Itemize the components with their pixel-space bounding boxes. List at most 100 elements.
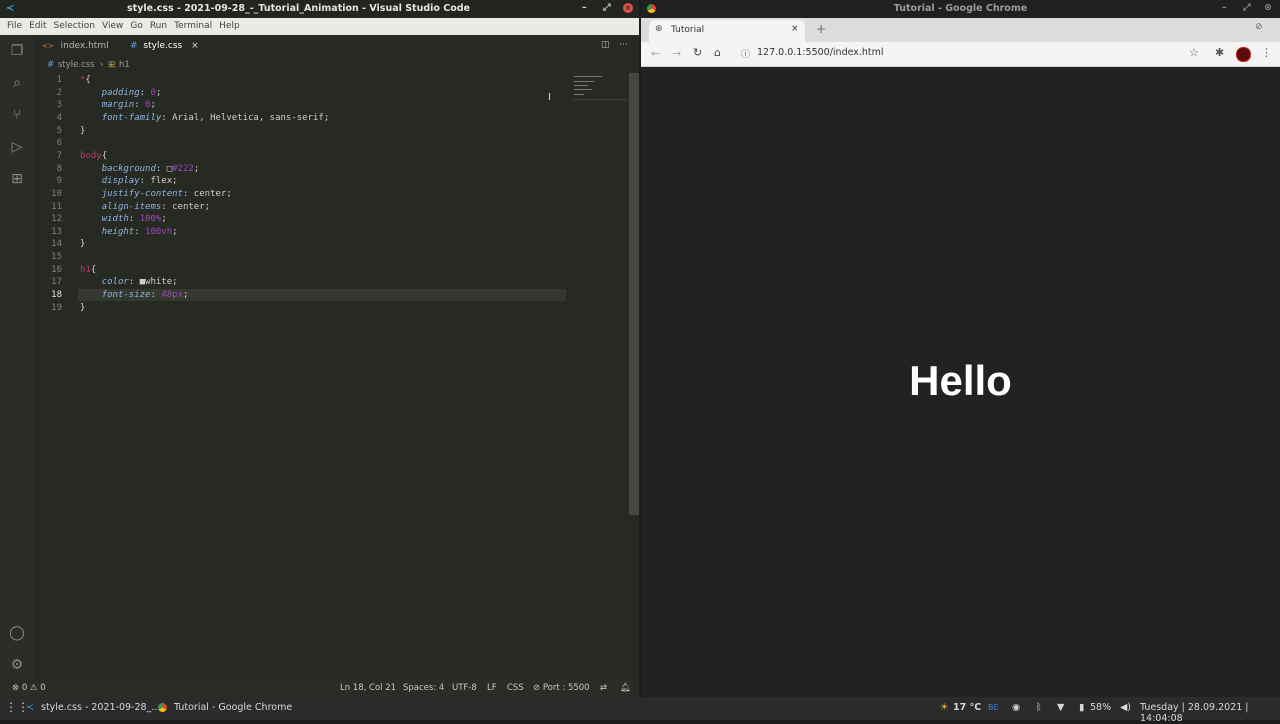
editor-scrollbar[interactable] bbox=[629, 73, 639, 515]
volume-icon[interactable]: ◀) bbox=[1120, 702, 1131, 713]
indentation-status[interactable]: Spaces: 4 bbox=[403, 683, 444, 693]
page-heading: Hello bbox=[909, 357, 1012, 404]
bookmark-star-icon[interactable]: ☆ bbox=[1189, 46, 1199, 59]
code-token: { bbox=[90, 264, 97, 275]
code-token: ; bbox=[150, 100, 156, 111]
menu-file[interactable]: File bbox=[7, 21, 22, 31]
line-number: 8 bbox=[56, 163, 62, 174]
tab-style-css[interactable]: # style.css × bbox=[122, 35, 212, 57]
minimize-button[interactable]: – bbox=[582, 2, 587, 13]
new-tab-icon[interactable]: + bbox=[816, 22, 826, 36]
address-bar[interactable]: 127.0.0.1:5500/index.html bbox=[757, 47, 884, 58]
tab-index-html[interactable]: <> index.html bbox=[34, 35, 126, 57]
language-status[interactable]: CSS bbox=[507, 683, 524, 693]
vpn-icon[interactable]: ◉ bbox=[1012, 702, 1020, 713]
tab-search-icon[interactable]: ⊘ bbox=[1255, 22, 1263, 32]
css-file-icon: # bbox=[130, 41, 138, 51]
weather-icon: ☀ bbox=[940, 702, 949, 713]
maximize-button[interactable]: ⤢ bbox=[1243, 2, 1251, 13]
forward-arrow-icon[interactable]: → bbox=[672, 47, 681, 60]
line-number: 18 bbox=[51, 290, 62, 301]
notifications-bell-icon[interactable]: 🔔︎ bbox=[620, 683, 631, 693]
code-token: 100% bbox=[139, 214, 162, 225]
eol-status[interactable]: LF bbox=[487, 683, 497, 693]
line-number: 7 bbox=[56, 150, 62, 161]
tab-close-icon[interactable]: × bbox=[191, 41, 199, 51]
selector-icon: ⊞ bbox=[108, 60, 116, 70]
reload-icon[interactable]: ↻ bbox=[693, 46, 702, 59]
code-editor[interactable]: 1 *{2 padding: 0; 3 margin: 0; 4 font-famil… bbox=[34, 73, 629, 673]
code-token: font-family bbox=[101, 112, 162, 123]
browser-tab[interactable]: ⊕ Tutorial × bbox=[649, 20, 805, 42]
css-file-icon: # bbox=[47, 60, 55, 70]
line-number: 6 bbox=[56, 138, 62, 149]
code-token: height bbox=[101, 226, 135, 237]
code-line: margin: 0; bbox=[80, 100, 156, 110]
live-server-port[interactable]: ⊘ Port : 5500 bbox=[533, 683, 590, 693]
back-arrow-icon[interactable]: ← bbox=[651, 47, 660, 60]
minimap[interactable] bbox=[572, 73, 628, 100]
menu-view[interactable]: View bbox=[102, 21, 123, 31]
code-token: 48px bbox=[161, 290, 183, 301]
profile-avatar[interactable] bbox=[1236, 47, 1251, 62]
menu-help[interactable]: Help bbox=[219, 21, 240, 31]
code-token: } bbox=[80, 302, 86, 313]
code-token: font-size bbox=[101, 290, 151, 301]
code-token: : bbox=[134, 226, 146, 237]
maximize-button[interactable]: ⤢ bbox=[603, 2, 611, 13]
weather-temperature[interactable]: 17 °C bbox=[953, 702, 981, 713]
code-token: ; bbox=[183, 290, 189, 301]
taskbar-item-chrome[interactable]: Tutorial - Google Chrome bbox=[174, 702, 292, 713]
chrome-titlebar: Tutorial - Google Chrome – ⤢ ⊗ bbox=[641, 0, 1280, 18]
line-number: 19 bbox=[51, 302, 62, 313]
code-token: : bbox=[150, 290, 162, 301]
run-debug-icon[interactable]: ▷ bbox=[7, 137, 27, 157]
explorer-icon[interactable]: ❐ bbox=[7, 41, 27, 61]
encoding-status[interactable]: UTF-8 bbox=[452, 683, 477, 693]
bluetooth-icon[interactable]: ᛒ bbox=[1036, 702, 1042, 713]
line-number: 9 bbox=[56, 176, 62, 187]
line-number: 11 bbox=[51, 201, 62, 212]
breadcrumb-symbol[interactable]: h1 bbox=[119, 60, 130, 70]
menu-go[interactable]: Go bbox=[130, 21, 142, 31]
home-icon[interactable]: ⌂ bbox=[714, 46, 721, 59]
code-line: h1{ bbox=[80, 265, 96, 275]
keyboard-layout[interactable]: BE bbox=[988, 703, 999, 712]
vscode-titlebar: ≺ style.css - 2021-09-28_-_Tutorial_Anim… bbox=[0, 0, 639, 18]
search-icon[interactable]: ⌕ bbox=[7, 73, 27, 93]
code-token: : bbox=[134, 100, 146, 111]
code-line: *{ bbox=[80, 75, 91, 85]
code-line: color: ■white; bbox=[80, 277, 178, 287]
problems-status[interactable]: ⊗ 0 ⚠ 0 bbox=[12, 683, 46, 693]
extensions-icon[interactable]: ⊞ bbox=[7, 169, 27, 189]
battery-level[interactable]: 58% bbox=[1090, 702, 1111, 713]
code-token: display bbox=[101, 176, 140, 187]
close-button[interactable]: ⊗ bbox=[1264, 2, 1272, 13]
cursor-position[interactable]: Ln 18, Col 21 bbox=[340, 683, 396, 693]
mouse-cursor-icon: I bbox=[548, 92, 551, 103]
menu-terminal[interactable]: Terminal bbox=[174, 21, 212, 31]
clock[interactable]: Tuesday | 28.09.2021 | 14:04:08 bbox=[1140, 702, 1280, 724]
close-button[interactable]: × bbox=[623, 3, 633, 13]
account-icon[interactable]: ◯ bbox=[7, 623, 27, 643]
feedback-icon[interactable]: ⇄ bbox=[600, 683, 607, 693]
page-viewport: Hello bbox=[641, 67, 1280, 697]
menu-run[interactable]: Run bbox=[150, 21, 167, 31]
chrome-menu-icon[interactable]: ⋮ bbox=[1261, 46, 1272, 59]
menu-edit[interactable]: Edit bbox=[29, 21, 46, 31]
breadcrumb-file[interactable]: style.css bbox=[58, 60, 95, 70]
menu-selection[interactable]: Selection bbox=[54, 21, 95, 31]
extensions-puzzle-icon[interactable]: ✱ bbox=[1215, 46, 1224, 59]
split-editor-icon[interactable]: ◫ bbox=[601, 40, 610, 50]
wifi-icon[interactable]: ▼ bbox=[1057, 702, 1064, 713]
minimize-button[interactable]: – bbox=[1222, 2, 1227, 13]
more-actions-icon[interactable]: ⋯ bbox=[619, 40, 628, 50]
tab-close-icon[interactable]: × bbox=[791, 24, 799, 34]
settings-gear-icon[interactable]: ⚙ bbox=[7, 655, 27, 675]
taskbar-item-vscode[interactable]: style.css - 2021-09-28_... bbox=[41, 702, 160, 713]
site-info-icon[interactable]: ⓘ bbox=[741, 47, 750, 60]
code-token: ; bbox=[172, 226, 178, 237]
source-control-icon[interactable]: ⑂ bbox=[7, 105, 27, 125]
